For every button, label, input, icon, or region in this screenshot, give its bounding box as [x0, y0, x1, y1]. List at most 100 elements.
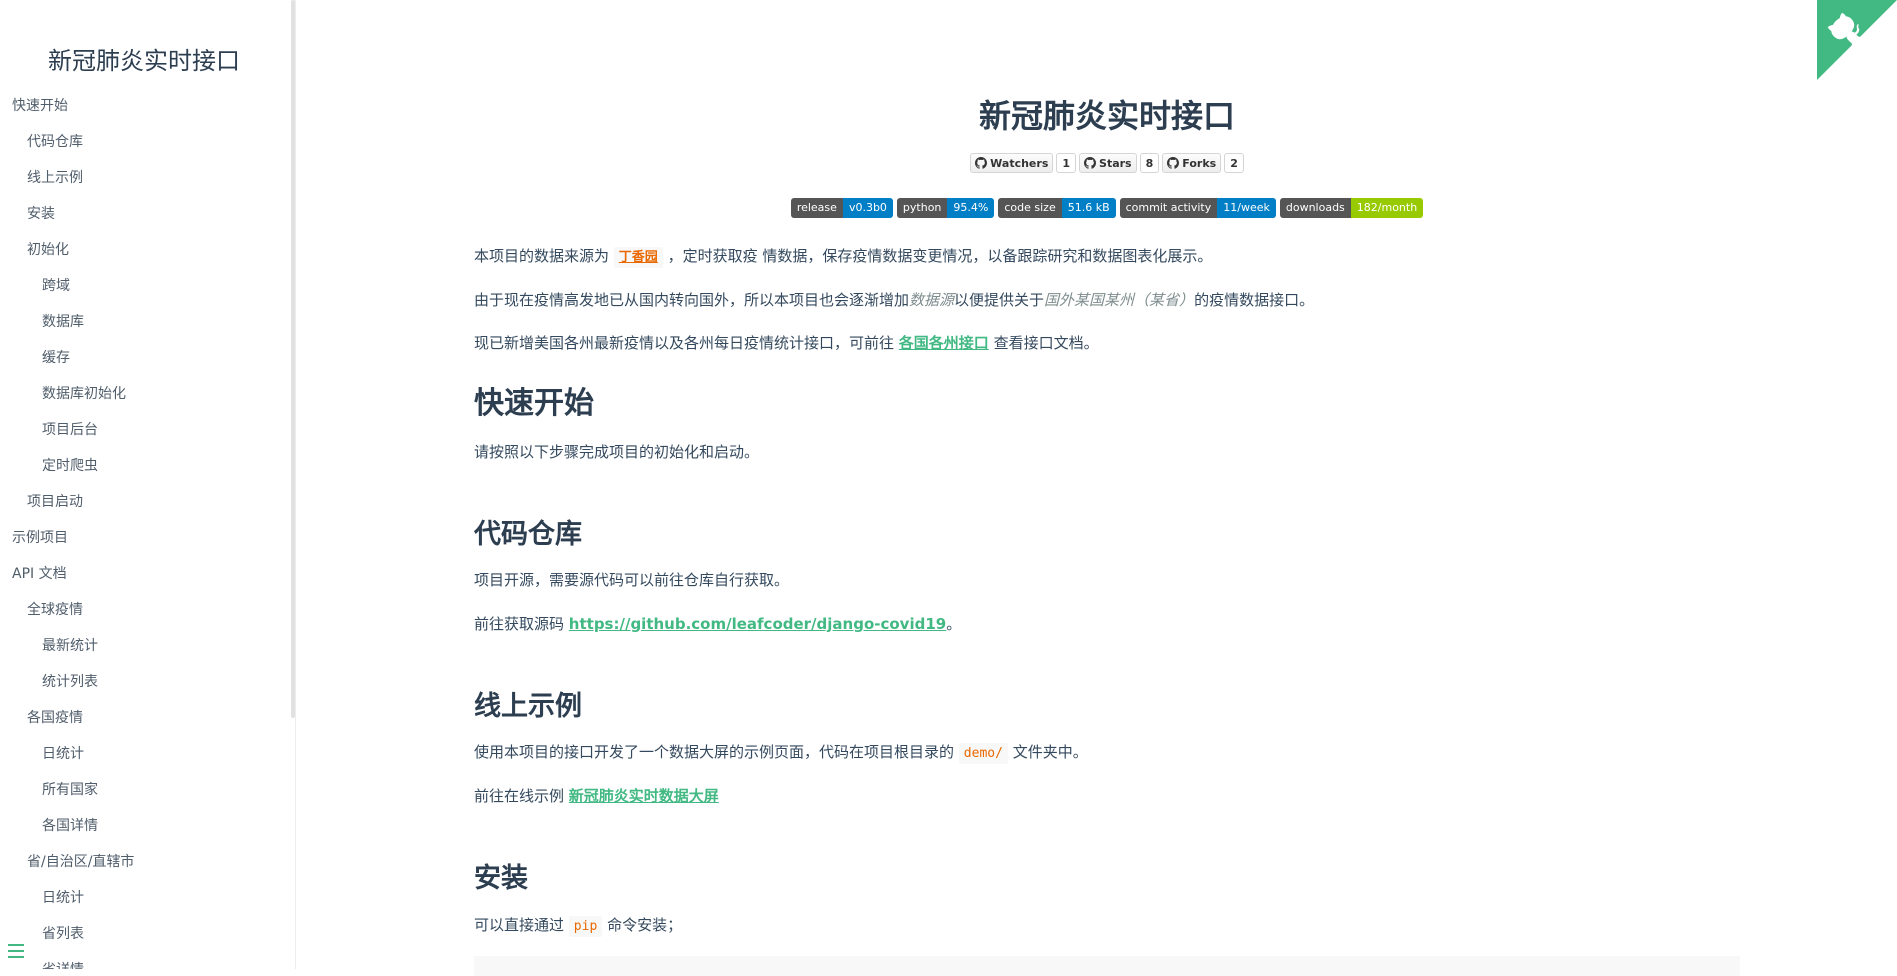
github-button-label: Watchers [990, 156, 1049, 170]
shield-badge-code-size[interactable]: code size 51.6 kB [998, 198, 1116, 218]
install-text-pre: 可以直接通过 [474, 916, 565, 934]
code-block [474, 956, 1740, 976]
shield-value: 11/week [1217, 198, 1276, 218]
pip-code: pip [568, 916, 603, 937]
github-icon [975, 157, 988, 169]
demo-link-paragraph: 前往在线示例 新冠肺炎实时数据大屏 [474, 784, 719, 808]
shield-badge-commit-activity[interactable]: commit activity 11/week [1119, 198, 1276, 218]
sidebar-title[interactable]: 新冠肺炎实时接口 [0, 41, 288, 76]
sidebar-item[interactable]: 日统计 [0, 886, 288, 922]
shield-badge-python[interactable]: python 95.4% [896, 198, 995, 218]
shield-badge-release[interactable]: release v0.3b0 [790, 198, 893, 218]
intro2-text-mid: 以便提供关于 [954, 291, 1045, 309]
demo-link-pre: 前往在线示例 [474, 787, 565, 805]
repo-link-post: 。 [946, 615, 962, 633]
sidebar-item[interactable]: 数据库初始化 [0, 382, 288, 418]
sidebar-item[interactable]: 全球疫情 [0, 598, 288, 634]
install-text: 可以直接通过 pip 命令安装； [474, 913, 682, 939]
intro2-emphasis-2: 国外某国某州（某省） [1044, 291, 1195, 309]
sidebar-item[interactable]: 各国疫情 [0, 706, 288, 742]
sidebar-item[interactable]: 项目启动 [0, 490, 288, 526]
sidebar-item[interactable]: 定时爬虫 [0, 454, 288, 490]
github-badges: Watchers 1 Stars 8 Forks 2 [474, 153, 1740, 173]
page-title: 新冠肺炎实时接口 [978, 97, 1235, 135]
intro-paragraph-3: 现已新增美国各州最新疫情以及各州每日疫情统计接口，可前往 各国各州接口 查看接口… [474, 331, 1099, 355]
intro1-text: 本项目的数据来源为 [474, 247, 610, 265]
sidebar-item[interactable]: 各国详情 [0, 814, 288, 850]
intro3-text-post: 查看接口文档。 [993, 334, 1099, 352]
sidebar-item[interactable]: 项目后台 [0, 418, 288, 454]
sidebar: 新冠肺炎实时接口 快速开始 代码仓库 线上示例 安装 初始化 跨域 数据库 缓存 数据库初始化项… [0, 0, 296, 969]
shield-value: 51.6 kB [1061, 198, 1116, 218]
shield-label: commit activity [1119, 198, 1218, 218]
intro2-text: 由于现在疫情高发地已从国内转向国外，所以本项目也会逐渐增加 [474, 291, 910, 309]
sidebar-item[interactable]: API 文档 [0, 562, 288, 598]
sidebar-item[interactable]: 最新统计 [0, 634, 288, 670]
sidebar-item[interactable]: 日统计 [0, 742, 288, 778]
sidebar-item[interactable]: 跨域 [0, 274, 288, 310]
intro1-text-post: ，定时获取疫 情数据，保存疫情数据变更情况，以备跟踪研究和数据图表化展示。 [667, 247, 1213, 265]
shield-value: 95.4% [947, 198, 995, 218]
github-button-label: Forks [1182, 156, 1217, 170]
sidebar-item[interactable]: 线上示例 [0, 166, 288, 202]
heading-repo: 代码仓库 [474, 519, 582, 550]
country-state-api-link[interactable]: 各国各州接口 [899, 334, 989, 352]
intro-paragraph-2: 由于现在疫情高发地已从国内转向国外，所以本项目也会逐渐增加数据源以便提供关于国外… [474, 288, 1314, 312]
quickstart-text: 请按照以下步骤完成项目的初始化和启动。 [474, 443, 760, 461]
sidebar-item[interactable]: 省列表 [0, 922, 288, 958]
repo-text: 项目开源，需要源代码可以前往仓库自行获取。 [474, 571, 790, 589]
shield-value: 182/month [1350, 198, 1424, 218]
github-stars-count[interactable]: 8 [1139, 153, 1160, 173]
sidebar-item[interactable]: 统计列表 [0, 670, 288, 706]
shield-label: code size [998, 198, 1062, 218]
shield-label: python [896, 198, 948, 218]
github-button-label: Stars [1099, 156, 1132, 170]
sidebar-scrollbar[interactable] [291, 0, 295, 718]
sidebar-item[interactable]: 省详情 [0, 958, 288, 969]
shield-badge-downloads[interactable]: downloads 182/month [1279, 198, 1424, 218]
sidebar-item[interactable]: 初始化 [0, 238, 288, 274]
shield-value: v0.3b0 [842, 198, 893, 218]
github-watchers-count[interactable]: 1 [1056, 153, 1077, 173]
sidebar-item[interactable]: 省/自治区/直辖市 [0, 850, 288, 886]
repo-link[interactable]: https://github.com/leafcoder/django-covi… [569, 615, 946, 633]
menu-icon-bar [8, 956, 24, 958]
intro-paragraph-1: 本项目的数据来源为 丁香园 ，定时获取疫 情数据，保存疫情数据变更情况，以备跟踪… [474, 244, 1212, 270]
sidebar-toggle-button[interactable] [8, 944, 24, 958]
sidebar-nav: 快速开始 代码仓库 线上示例 安装 初始化 跨域 数据库 缓存 数据库初始化 项目后台 定时爬虫 项目… [0, 94, 288, 969]
main-content: 新冠肺炎实时接口 Watchers 1 Stars 8 Forks 2 release v0… [297, 0, 1897, 976]
sidebar-item[interactable]: 示例项目 [0, 526, 288, 562]
dxy-link[interactable]: 丁香园 [613, 247, 663, 268]
intro2-emphasis-1: 数据源 [909, 291, 955, 309]
sidebar-item[interactable]: 缓存 [0, 346, 288, 382]
demo-text-post: 文件夹中。 [1012, 743, 1088, 761]
sidebar-item[interactable]: 安装 [0, 202, 288, 238]
repo-link-pre: 前往获取源码 [474, 615, 565, 633]
github-stars-button[interactable]: Stars [1079, 153, 1137, 173]
menu-icon-bar [8, 950, 24, 952]
repo-link-paragraph: 前往获取源码 https://github.com/leafcoder/djan… [474, 612, 961, 636]
github-icon [1084, 157, 1097, 169]
github-watchers-button[interactable]: Watchers [970, 153, 1054, 173]
github-corner-link[interactable] [1817, 0, 1897, 80]
sidebar-item[interactable]: 快速开始 [0, 94, 288, 130]
github-forks-count[interactable]: 2 [1224, 153, 1244, 173]
sidebar-item[interactable]: 代码仓库 [0, 130, 288, 166]
sidebar-item[interactable]: 数据库 [0, 310, 288, 346]
demo-text-pre: 使用本项目的接口开发了一个数据大屏的示例页面，代码在项目根目录的 [474, 743, 955, 761]
sidebar-item[interactable]: 所有国家 [0, 778, 288, 814]
shield-label: downloads [1279, 198, 1351, 218]
octocat-icon [1817, 0, 1897, 80]
heading-demo: 线上示例 [474, 691, 582, 722]
demo-folder-code: demo/ [958, 743, 1008, 764]
shield-label: release [790, 198, 843, 218]
intro3-text: 现已新增美国各州最新疫情以及各州每日疫情统计接口，可前往 [474, 334, 895, 352]
menu-icon-bar [8, 944, 24, 946]
shield-badges: release v0.3b0 python 95.4% code size 51.6 kB… [474, 198, 1740, 218]
demo-dashboard-link[interactable]: 新冠肺炎实时数据大屏 [569, 787, 719, 805]
github-forks-button[interactable]: Forks [1162, 153, 1222, 173]
github-icon [1167, 157, 1180, 169]
heading-install: 安装 [474, 863, 528, 894]
install-text-post: 命令安装； [607, 916, 683, 934]
demo-text: 使用本项目的接口开发了一个数据大屏的示例页面，代码在项目根目录的 demo/ 文… [474, 740, 1088, 766]
